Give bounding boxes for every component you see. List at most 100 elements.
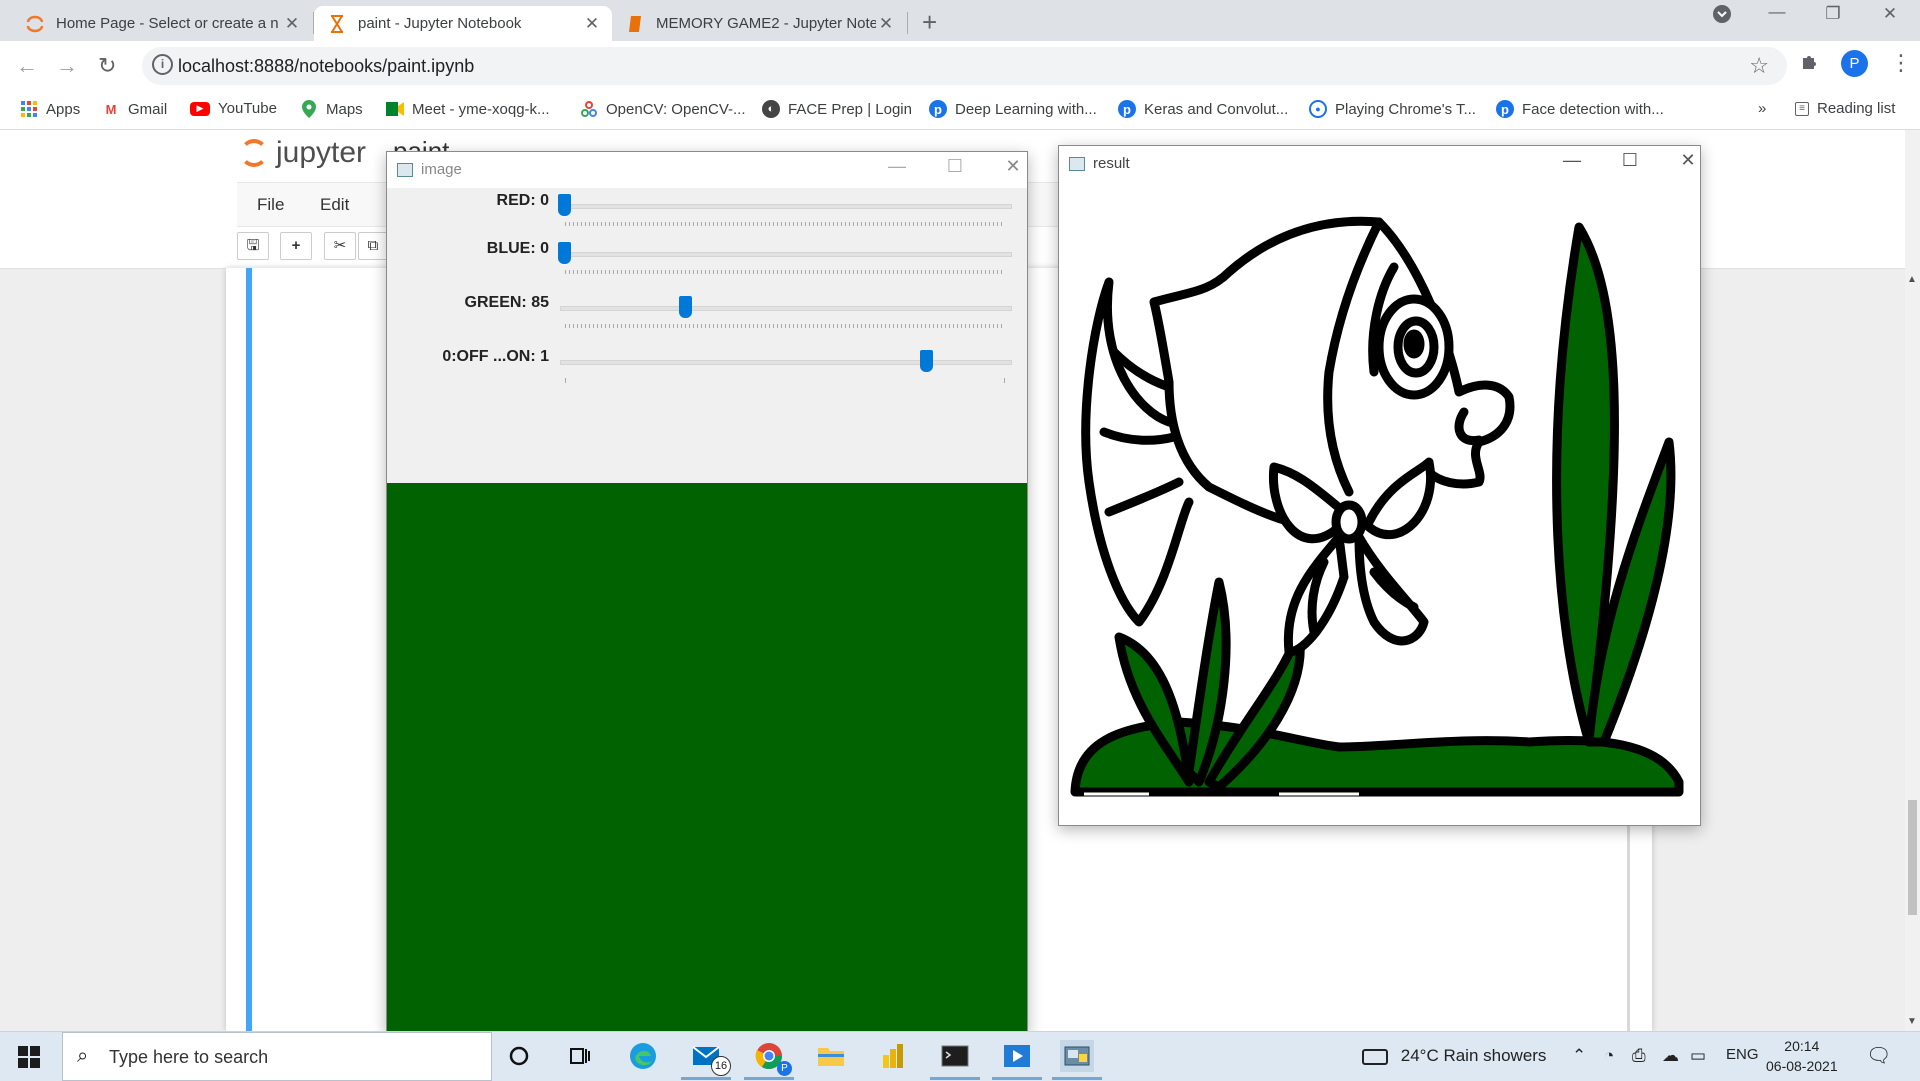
image-window[interactable]: image — ☐ ✕ RED: 0 BLUE: 0 GREEN: 85 0:O… — [386, 151, 1028, 1033]
trackbar-groove[interactable] — [560, 252, 1012, 257]
wifi-icon[interactable]: ◔ — [1604, 1046, 1614, 1066]
bookmark-maps[interactable]: Maps — [300, 100, 363, 118]
back-arrow-icon[interactable]: ← — [16, 53, 38, 79]
media-player-icon[interactable] — [992, 1040, 1042, 1080]
close-icon[interactable]: ✕ — [1668, 150, 1708, 171]
tab-search-icon[interactable] — [1702, 4, 1742, 29]
color-preview-canvas[interactable] — [387, 483, 1027, 1032]
trackbar-groove[interactable] — [560, 360, 1012, 365]
bookmark-deep-learning[interactable]: p Deep Learning with... — [929, 100, 1097, 118]
result-canvas[interactable] — [1059, 182, 1700, 825]
copy-icon[interactable]: ⧉ — [358, 232, 388, 260]
cut-scissors-icon[interactable]: ✂ — [324, 232, 356, 260]
jupyter-logo[interactable]: jupyter — [240, 136, 366, 170]
trackbar-groove[interactable] — [560, 204, 1012, 209]
extensions-puzzle-icon[interactable] — [1800, 52, 1820, 78]
maximize-icon[interactable]: ☐ — [1610, 150, 1650, 171]
bookmark-star-icon[interactable]: ☆ — [1749, 53, 1769, 79]
result-window[interactable]: result — ☐ ✕ — [1058, 145, 1701, 826]
terminal-icon[interactable] — [930, 1040, 980, 1080]
page-scrollbar[interactable]: ▲ ▼ — [1905, 130, 1920, 1031]
edge-browser-icon[interactable] — [626, 1040, 660, 1072]
tab-strip: Home Page - Select or create a n ✕ paint… — [0, 0, 1920, 41]
menu-edit[interactable]: Edit — [320, 195, 349, 215]
save-icon[interactable]: 🖫 — [237, 232, 269, 260]
url-text[interactable]: localhost:8888/notebooks/paint.ipynb — [178, 56, 474, 77]
minimize-icon[interactable]: — — [1757, 2, 1797, 22]
scroll-up-icon[interactable]: ▲ — [1907, 274, 1917, 285]
reading-list-label: Reading list — [1817, 100, 1896, 117]
task-view-icon[interactable] — [563, 1040, 597, 1072]
bookmark-opencv[interactable]: OpenCV: OpenCV-... — [580, 100, 746, 118]
profile-avatar[interactable]: P — [1841, 50, 1868, 77]
notification-center-icon[interactable]: 🗨 — [1866, 1043, 1891, 1068]
trackbar-blue[interactable]: BLUE: 0 — [387, 236, 1027, 276]
bookmark-label: Keras and Convolut... — [1144, 100, 1289, 118]
notebook-right-border — [1627, 820, 1630, 1031]
file-explorer-icon[interactable] — [814, 1040, 848, 1072]
taskbar-search-box[interactable]: ⌕ Type here to search — [62, 1032, 492, 1081]
trackbar-red[interactable]: RED: 0 — [387, 188, 1027, 228]
close-window-icon[interactable]: ✕ — [1870, 4, 1910, 24]
site-info-icon[interactable]: i — [152, 54, 173, 75]
maximize-icon[interactable]: ☐ — [935, 156, 975, 177]
network-icon[interactable]: ☁ — [1662, 1046, 1679, 1066]
python-opencv-window-icon[interactable] — [1052, 1040, 1102, 1080]
new-tab-button[interactable]: + — [922, 7, 937, 38]
windows-taskbar: ⌕ Type here to search 16 P 24°C Rain sho… — [0, 1031, 1920, 1081]
bookmark-youtube[interactable]: ▶ YouTube — [190, 100, 277, 117]
tab-paint[interactable]: paint - Jupyter Notebook ✕ — [314, 6, 612, 41]
bookmark-playing-chrome[interactable]: ● Playing Chrome's T... — [1309, 100, 1476, 118]
trackbar-green[interactable]: GREEN: 85 — [387, 290, 1027, 330]
scrollbar-thumb[interactable] — [1908, 800, 1917, 915]
tab-close-icon[interactable]: ✕ — [582, 14, 602, 34]
reload-icon[interactable]: ↻ — [98, 53, 116, 79]
jupyter-logo-text: jupyter — [276, 136, 367, 169]
bookmark-label: Apps — [46, 100, 81, 118]
tab-memory-game[interactable]: MEMORY GAME2 - Jupyter Note ✕ — [612, 6, 906, 41]
bookmark-keras[interactable]: p Keras and Convolut... — [1118, 100, 1288, 118]
forward-arrow-icon[interactable]: → — [56, 53, 78, 79]
bookmark-face-prep[interactable]: ◐ FACE Prep | Login — [762, 100, 912, 118]
weather-text: 24°C Rain showers — [1400, 1046, 1547, 1065]
image-window-titlebar[interactable]: image — ☐ ✕ — [387, 152, 1027, 188]
bookmark-meet[interactable]: Meet - yme-xoqg-k... — [386, 100, 550, 118]
weather-widget[interactable]: 24°C Rain showers — [1362, 1046, 1546, 1066]
bookmark-apps[interactable]: Apps — [20, 100, 80, 118]
address-bar[interactable]: i localhost:8888/notebooks/paint.ipynb ☆ — [142, 47, 1787, 85]
bookmark-gmail[interactable]: M Gmail — [102, 100, 168, 118]
trackbar-ticks — [565, 378, 1005, 383]
menu-file[interactable]: File — [257, 195, 284, 215]
trackbar-thumb[interactable] — [558, 194, 571, 216]
system-clock[interactable]: 20:14 06-08-2021 — [1766, 1036, 1838, 1076]
trackbar-on-off[interactable]: 0:OFF ...ON: 1 — [387, 344, 1027, 384]
trackbar-thumb[interactable] — [920, 350, 933, 372]
meet-now-icon[interactable]: ⎙ — [1632, 1046, 1646, 1066]
bookmark-face-detection[interactable]: p Face detection with... — [1496, 100, 1664, 118]
restore-icon[interactable]: ❐ — [1813, 4, 1853, 24]
bookmarks-overflow[interactable]: » — [1758, 100, 1766, 117]
trackbar-thumb[interactable] — [558, 242, 571, 264]
insert-cell-icon[interactable]: + — [280, 232, 312, 260]
windows-start-icon[interactable] — [18, 1046, 40, 1068]
show-hidden-icons-chevron-icon[interactable]: ⌃ — [1572, 1046, 1586, 1066]
reading-list-button[interactable]: ≡ Reading list — [1795, 100, 1895, 117]
power-bi-icon[interactable] — [876, 1040, 910, 1072]
chrome-taskbar-icon[interactable]: P — [744, 1040, 794, 1080]
scroll-down-icon[interactable]: ▼ — [1907, 1016, 1917, 1027]
trackbar-groove[interactable] — [560, 306, 1012, 311]
tab-close-icon[interactable]: ✕ — [876, 14, 896, 34]
minimize-icon[interactable]: — — [1552, 150, 1592, 171]
battery-icon[interactable]: ▭ — [1690, 1046, 1706, 1066]
tab-home[interactable]: Home Page - Select or create a n ✕ — [12, 6, 312, 41]
minimize-icon[interactable]: — — [877, 156, 917, 177]
trackbar-thumb[interactable] — [678, 296, 692, 318]
tab-close-icon[interactable]: ✕ — [282, 14, 302, 34]
language-indicator[interactable]: ENG — [1726, 1046, 1759, 1063]
youtube-icon: ▶ — [190, 101, 210, 116]
cortana-icon[interactable] — [502, 1040, 536, 1072]
close-icon[interactable]: ✕ — [993, 156, 1033, 177]
mail-icon[interactable]: 16 — [681, 1040, 731, 1080]
chrome-menu-icon[interactable]: ⋮ — [1890, 50, 1912, 76]
result-window-titlebar[interactable]: result — ☐ ✕ — [1059, 146, 1700, 182]
